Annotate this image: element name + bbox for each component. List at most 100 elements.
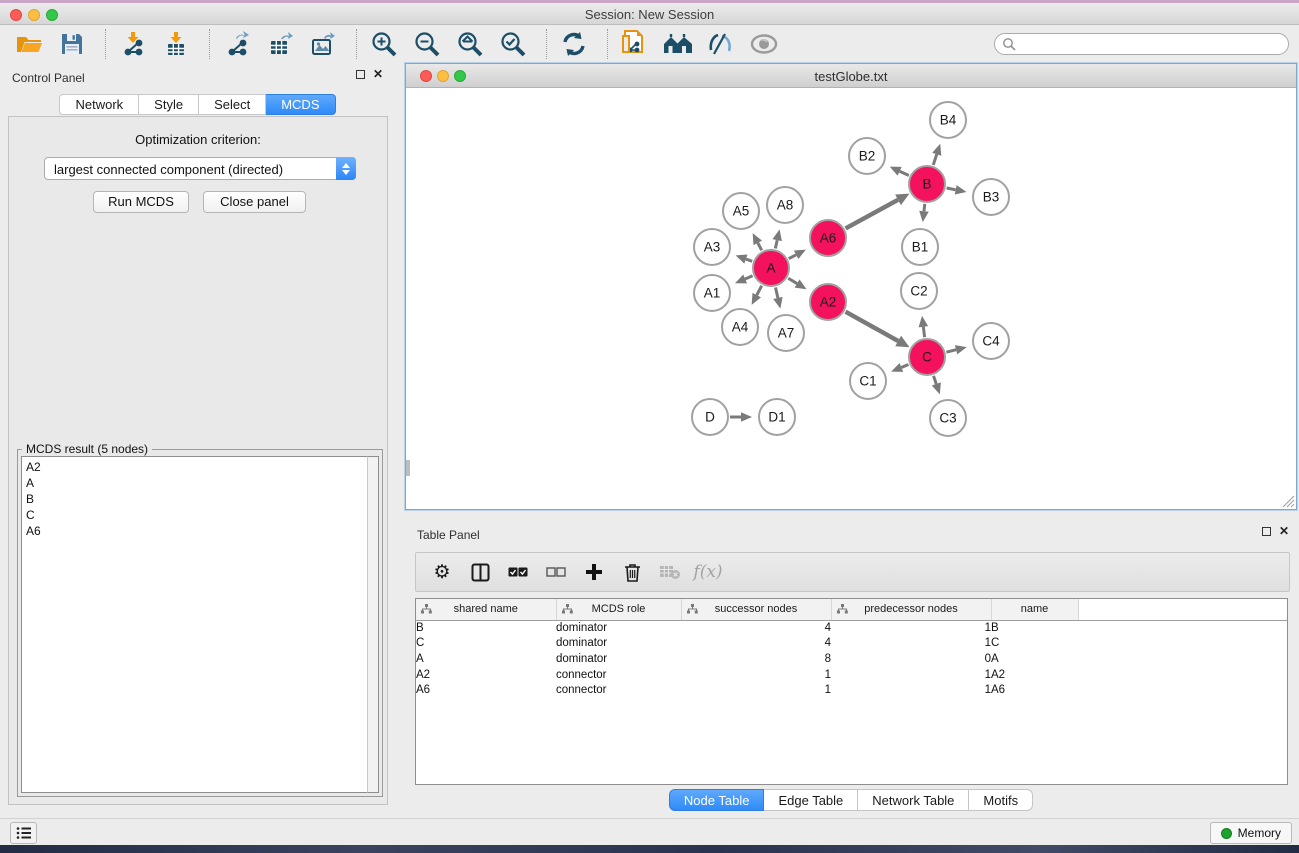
- column-header-name[interactable]: name: [991, 599, 1078, 620]
- save-session-button[interactable]: [57, 29, 87, 59]
- table-cell[interactable]: 1: [681, 667, 831, 683]
- tab-select[interactable]: Select: [199, 94, 266, 115]
- table-cell[interactable]: 1: [831, 682, 991, 698]
- table-cell[interactable]: A: [991, 651, 1078, 667]
- zoom-out-button[interactable]: [412, 29, 442, 59]
- graph-node-B2[interactable]: B2: [849, 138, 885, 174]
- graph-node-B3[interactable]: B3: [973, 179, 1009, 215]
- graph-edge-A-A5[interactable]: [753, 233, 762, 250]
- tab-edge-table[interactable]: Edge Table: [764, 789, 858, 811]
- zoom-fit-button[interactable]: [455, 29, 485, 59]
- graph-node-B4[interactable]: B4: [930, 102, 966, 138]
- table-cell[interactable]: A6: [991, 682, 1078, 698]
- graph-edge-B-B3[interactable]: [947, 185, 967, 194]
- graph-node-A[interactable]: A: [753, 250, 789, 286]
- graph-edge-A6-B[interactable]: [846, 194, 910, 229]
- graph-node-A2[interactable]: A2: [810, 284, 846, 320]
- close-table-panel-icon[interactable]: ✕: [1279, 526, 1289, 536]
- table-settings-button[interactable]: ⚙: [428, 559, 456, 585]
- delete-table-button[interactable]: [656, 559, 684, 585]
- graph-node-C1[interactable]: C1: [850, 363, 886, 399]
- table-cell[interactable]: dominator: [556, 620, 681, 636]
- graph-edge-C-C3[interactable]: [932, 376, 941, 394]
- graph-edge-A-A1[interactable]: [735, 275, 753, 284]
- table-cell[interactable]: B: [416, 620, 556, 636]
- resize-grip-icon[interactable]: [1282, 495, 1295, 508]
- graph-edge-D-D1[interactable]: [730, 412, 752, 422]
- table-cell[interactable]: dominator: [556, 636, 681, 652]
- memory-button[interactable]: Memory: [1210, 822, 1292, 844]
- mcds-result-list[interactable]: A2ABCA6: [21, 456, 367, 793]
- graph-node-A7[interactable]: A7: [768, 315, 804, 351]
- tab-motifs[interactable]: Motifs: [969, 789, 1033, 811]
- home-button[interactable]: [663, 29, 693, 59]
- table-cell[interactable]: connector: [556, 667, 681, 683]
- mcds-result-item[interactable]: A6: [26, 523, 367, 539]
- search-input[interactable]: [994, 33, 1289, 55]
- zoom-selected-button[interactable]: [498, 29, 528, 59]
- graph-edge-A-A2[interactable]: [788, 278, 806, 289]
- graph-node-A4[interactable]: A4: [722, 309, 758, 345]
- create-column-button[interactable]: [580, 559, 608, 585]
- export-table-button[interactable]: [265, 29, 295, 59]
- graph-edge-A-A7[interactable]: [773, 287, 782, 308]
- show-column-button[interactable]: [466, 559, 494, 585]
- table-cell[interactable]: 1: [831, 620, 991, 636]
- zoom-in-button[interactable]: [369, 29, 399, 59]
- graph-node-D[interactable]: D: [692, 399, 728, 435]
- graph-node-A3[interactable]: A3: [694, 229, 730, 265]
- float-table-panel-icon[interactable]: [1262, 527, 1271, 536]
- graph-edge-A2-C[interactable]: [845, 312, 909, 348]
- open-session-button[interactable]: [14, 29, 44, 59]
- function-builder-button[interactable]: f(x): [694, 559, 722, 585]
- graph-edge-A-A6[interactable]: [789, 250, 806, 259]
- graph-edge-C-C4[interactable]: [946, 345, 966, 354]
- mcds-result-item[interactable]: A: [26, 475, 367, 491]
- column-header-predecessor-nodes[interactable]: predecessor nodes: [831, 599, 991, 620]
- network-canvas[interactable]: AA1A2A3A4A5A6A7A8BB1B2B3B4CC1C2C3C4DD1: [406, 88, 1296, 509]
- mcds-result-item[interactable]: A2: [26, 459, 367, 475]
- mcds-result-item[interactable]: C: [26, 507, 367, 523]
- unselect-all-columns-button[interactable]: [542, 559, 570, 585]
- table-cell[interactable]: A: [416, 651, 556, 667]
- export-network-button[interactable]: [222, 29, 252, 59]
- close-panel-icon[interactable]: ✕: [373, 69, 383, 79]
- table-row[interactable]: Cdominator41C: [416, 636, 1287, 652]
- mcds-result-item[interactable]: B: [26, 491, 367, 507]
- table-cell[interactable]: A2: [991, 667, 1078, 683]
- graph-edge-A-A8[interactable]: [773, 229, 782, 248]
- network-vertical-scroll-thumb[interactable]: [406, 460, 410, 476]
- graph-node-A8[interactable]: A8: [767, 187, 803, 223]
- show-hide-graphics-button[interactable]: [706, 29, 736, 59]
- graph-node-D1[interactable]: D1: [759, 399, 795, 435]
- table-cell[interactable]: 4: [681, 620, 831, 636]
- table-cell[interactable]: 0: [831, 651, 991, 667]
- new-network-from-selection-button[interactable]: [620, 29, 650, 59]
- table-row[interactable]: Bdominator41B: [416, 620, 1287, 636]
- node-table-body[interactable]: Bdominator41BCdominator41CAdominator80AA…: [416, 620, 1287, 698]
- birds-eye-view-button[interactable]: [749, 29, 779, 59]
- export-image-button[interactable]: [308, 29, 338, 59]
- import-table-button[interactable]: [161, 29, 191, 59]
- tab-network[interactable]: Network: [59, 94, 139, 115]
- graph-edge-A-A4[interactable]: [752, 286, 762, 305]
- table-cell[interactable]: 4: [681, 636, 831, 652]
- table-cell[interactable]: dominator: [556, 651, 681, 667]
- node-table-header[interactable]: shared nameMCDS rolesuccessor nodesprede…: [416, 599, 1287, 620]
- mcds-result-scrollbar[interactable]: [367, 456, 379, 793]
- graph-edge-C-C2[interactable]: [919, 316, 929, 337]
- refresh-button[interactable]: [559, 29, 589, 59]
- table-cell[interactable]: C: [991, 636, 1078, 652]
- table-cell[interactable]: 1: [831, 667, 991, 683]
- float-panel-icon[interactable]: [356, 70, 365, 79]
- table-cell[interactable]: A6: [416, 682, 556, 698]
- graph-node-A1[interactable]: A1: [694, 275, 730, 311]
- graph-node-B[interactable]: B: [909, 166, 945, 202]
- table-row[interactable]: A2connector11A2: [416, 667, 1287, 683]
- close-panel-button[interactable]: Close panel: [203, 191, 306, 213]
- task-history-button[interactable]: [10, 822, 37, 844]
- graph-node-B1[interactable]: B1: [902, 229, 938, 265]
- import-network-button[interactable]: [118, 29, 148, 59]
- graph-node-C[interactable]: C: [909, 339, 945, 375]
- graph-edge-B-B1[interactable]: [919, 204, 929, 222]
